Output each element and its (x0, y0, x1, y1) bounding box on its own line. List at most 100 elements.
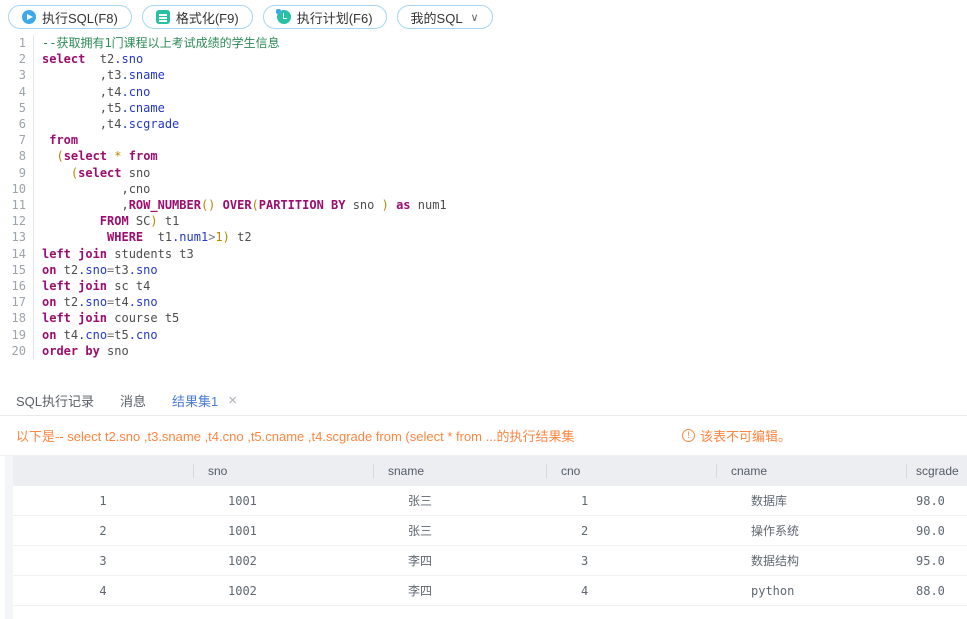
editor-line[interactable]: 10 ,cno (0, 180, 967, 198)
format-sql-button[interactable]: 格式化(F9) (141, 5, 253, 29)
editor-line[interactable]: 8 (select * from (0, 148, 967, 165)
line-number: 3 (0, 67, 34, 84)
table-cell[interactable]: 张三 (373, 492, 546, 509)
table-cell[interactable]: 1001 (193, 524, 373, 538)
table-row[interactable]: 3 1002 李四 3 数据结构 95.0 (13, 546, 967, 576)
editor-line[interactable]: 18 left join course t5 (0, 310, 967, 327)
table-cell[interactable]: 4 (546, 584, 716, 598)
editor-line[interactable]: 16 left join sc t4 (0, 278, 967, 295)
line-code: --获取拥有1门课程以上考试成绩的学生信息 (42, 36, 280, 50)
line-code: ,t4.scgrade (42, 117, 180, 132)
line-number: 6 (0, 116, 34, 133)
close-icon[interactable]: × (228, 393, 237, 408)
table-cell[interactable]: 4 (13, 584, 193, 598)
play-circle-icon (22, 10, 36, 24)
explain-plan-button[interactable]: 执行计划(F6) (262, 5, 387, 29)
run-sql-label: 执行SQL(F8) (42, 10, 118, 26)
info-circle-icon: ! (681, 429, 695, 442)
table-cell[interactable]: 李四 (373, 552, 546, 569)
editor-line[interactable]: 17 on t2.sno=t4.sno (0, 294, 967, 311)
editor-line[interactable]: 5 ,t5.cname (0, 99, 967, 117)
result-table: sno sname cno cname scgrade 1 1001 张三 1 数据库 98.0 2… (13, 456, 967, 606)
line-number: 20 (0, 342, 34, 360)
table-cell[interactable]: 1 (546, 494, 716, 508)
line-number: 8 (0, 148, 34, 165)
editor-line[interactable]: 14 left join students t3 (0, 245, 967, 262)
editor-line[interactable]: 11 ,ROW_NUMBER() OVER(PARTITION BY sno )… (0, 197, 967, 214)
editor-line[interactable]: 12 FROM SC) t1 (0, 213, 967, 230)
plan-clock-icon (275, 9, 291, 24)
line-number: 11 (0, 197, 34, 214)
readonly-notice: ! 该表不可编辑。 (681, 426, 791, 445)
line-number: 16 (0, 278, 34, 295)
line-number: 9 (0, 164, 34, 181)
table-cell[interactable]: 李四 (373, 582, 546, 599)
table-row[interactable]: 2 1001 张三 2 操作系统 90.0 (13, 516, 967, 546)
readonly-notice-text: 该表不可编辑。 (699, 429, 791, 444)
editor-line[interactable]: 19 on t4.cno=t5.cno (0, 326, 967, 343)
editor-line[interactable]: 9 (select sno (0, 164, 967, 181)
line-code: FROM SC) t1 (99, 214, 180, 229)
table-cell[interactable]: 1001 (193, 494, 373, 508)
tab-sql-history[interactable]: SQL执行记录 (16, 391, 94, 410)
table-cell[interactable]: 98.0 (906, 494, 967, 508)
line-number: 18 (0, 310, 34, 327)
table-cell[interactable]: 数据库 (716, 492, 906, 509)
table-cell[interactable]: 2 (546, 524, 716, 538)
line-number: 2 (0, 51, 34, 68)
my-sql-dropdown-button[interactable]: 我的SQL ∨ (396, 5, 493, 29)
line-code: from (49, 133, 79, 148)
editor-line[interactable]: 4 ,t4.cno (0, 83, 967, 100)
line-code: ,cno (42, 181, 151, 196)
editor-line[interactable]: 2 select t2.sno (0, 51, 967, 68)
tab-messages[interactable]: 消息 (120, 391, 146, 410)
line-code: (select * from (56, 149, 158, 164)
column-header-scgrade[interactable]: scgrade (906, 456, 967, 486)
table-cell[interactable]: 1002 (193, 584, 373, 598)
table-row[interactable]: 4 1002 李四 4 python 88.0 (13, 576, 967, 606)
line-code: on t4.cno=t5.cno (42, 327, 158, 342)
table-cell[interactable]: 操作系统 (716, 522, 906, 539)
column-header-sname[interactable]: sname (373, 456, 546, 486)
column-header-rownum[interactable] (13, 456, 193, 486)
results-grid: sno sname cno cname scgrade 1 1001 张三 1 数据库 98.0 2… (0, 455, 967, 619)
editor-line[interactable]: 15 on t2.sno=t3.sno (0, 261, 967, 279)
column-header-cno[interactable]: cno (546, 456, 716, 486)
table-cell[interactable]: 1 (13, 494, 193, 508)
run-sql-button[interactable]: 执行SQL(F8) (8, 5, 132, 29)
table-cell[interactable]: 张三 (373, 522, 546, 539)
table-cell[interactable]: 1002 (193, 554, 373, 568)
table-cell[interactable]: 88.0 (906, 584, 967, 598)
line-code: ,t5.cname (42, 100, 165, 115)
result-message-bar: 以下是-- select t2.sno ,t3.sname ,t4.cno ,t… (0, 416, 967, 455)
editor-line[interactable]: 6 ,t4.scgrade (0, 116, 967, 133)
format-sql-label: 格式化(F9) (175, 10, 239, 26)
column-header-sno[interactable]: sno (193, 456, 373, 486)
editor-line[interactable]: 20 order by sno (0, 342, 967, 360)
chevron-down-icon: ∨ (470, 11, 479, 24)
table-cell[interactable]: 95.0 (906, 554, 967, 568)
line-number: 5 (0, 99, 34, 117)
table-row[interactable]: 1 1001 张三 1 数据库 98.0 (13, 486, 967, 516)
editor-line[interactable]: 3 ,t3.sname (0, 67, 967, 84)
editor-line[interactable]: 13 WHERE t1.num1>1) t2 (0, 229, 967, 246)
line-code: on t2.sno=t3.sno (42, 262, 158, 277)
editor-line[interactable]: 7 from (0, 132, 967, 149)
table-cell[interactable]: python (716, 584, 906, 598)
left-scrollbar[interactable] (5, 456, 13, 619)
table-cell[interactable]: 数据结构 (716, 552, 906, 569)
line-number: 13 (0, 229, 34, 246)
table-header: sno sname cno cname scgrade (13, 456, 967, 486)
tab-resultset-1[interactable]: 结果集1 (172, 391, 218, 410)
line-code: ,t3.sname (42, 68, 165, 83)
line-number: 10 (0, 180, 34, 198)
editor-line[interactable]: 1 --获取拥有1门课程以上考试成绩的学生信息 (0, 35, 967, 52)
table-cell[interactable]: 3 (546, 554, 716, 568)
sql-editor[interactable]: 1 --获取拥有1门课程以上考试成绩的学生信息 2 select t2.sno 3 ,t… (0, 30, 967, 386)
table-cell[interactable]: 90.0 (906, 524, 967, 538)
table-cell[interactable]: 2 (13, 524, 193, 538)
table-cell[interactable]: 3 (13, 554, 193, 568)
line-code: ,t4.cno (42, 84, 151, 99)
column-header-cname[interactable]: cname (716, 456, 906, 486)
line-number: 7 (0, 132, 34, 149)
